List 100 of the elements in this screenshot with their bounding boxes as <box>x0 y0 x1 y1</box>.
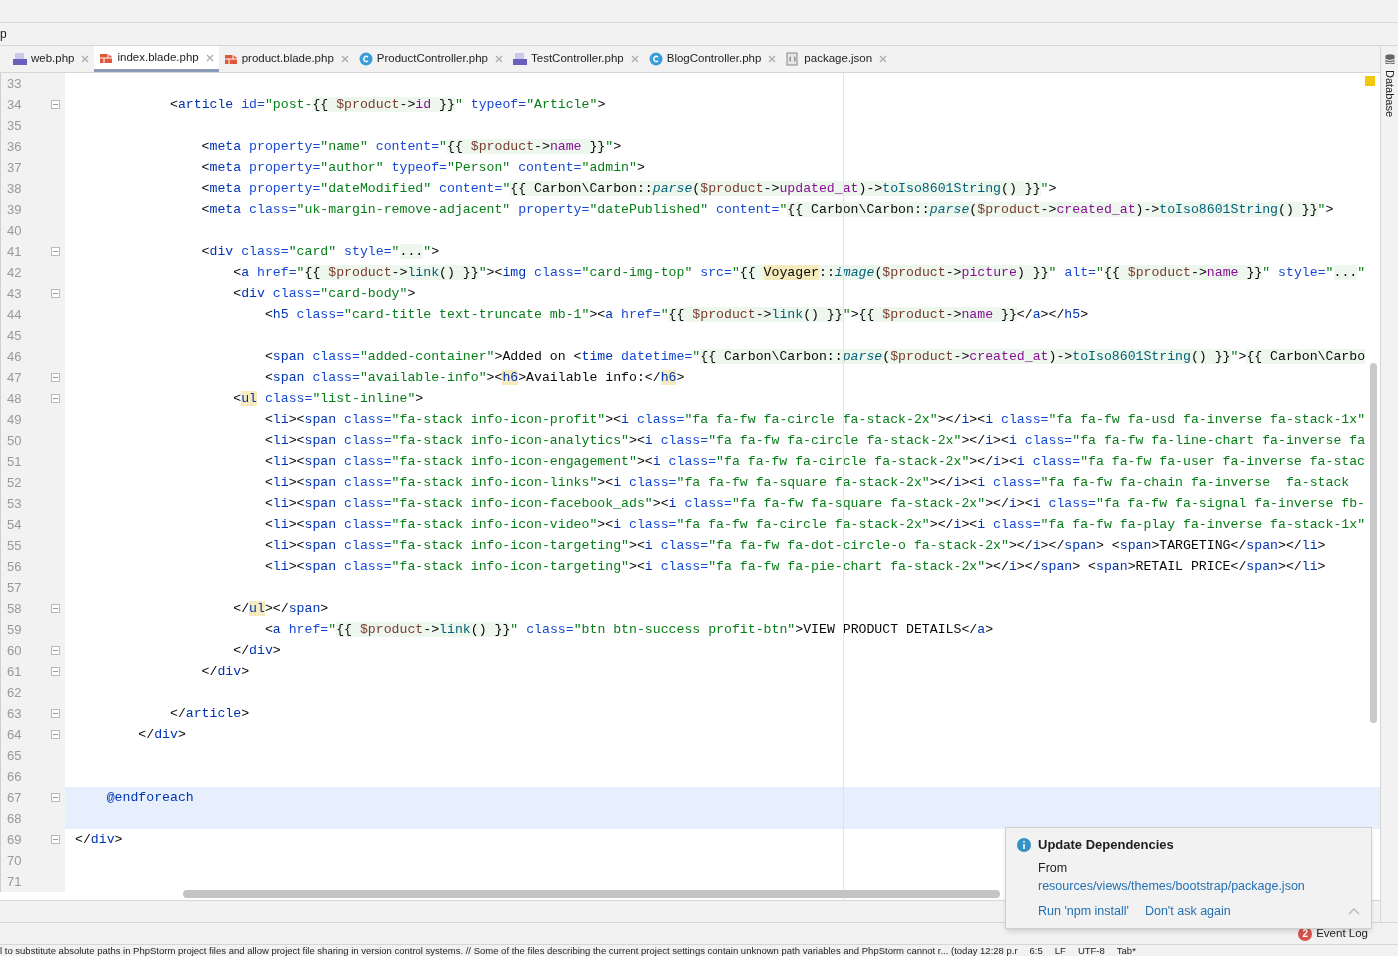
code-line: <li><span class="fa-stack info-icon-links"><i class="fa fa-fw fa-square fa-stack-2x"></i><i class="fa fa-fw fa-chain fa-inverse fa-stack <box>263 474 1350 492</box>
code-line: <meta property="dateModified" content="{{ Carbon\Carbon::parse($product->updated_at)->toIso8601String() }}"> <box>200 180 1057 198</box>
code-line: </div> <box>75 831 123 849</box>
notification-action[interactable]: Run 'npm install' <box>1038 902 1129 921</box>
fold-icon[interactable] <box>51 709 60 718</box>
code-line: <li><span class="fa-stack info-icon-video"><i class="fa fa-fw fa-circle fa-stack-2x"></i><i class="fa fa-fw fa-play fa-inverse fa-stack-1x" <box>263 516 1366 534</box>
fold-icon[interactable] <box>51 604 60 613</box>
line-number: 65 <box>6 746 23 765</box>
line-number: 64 <box>6 725 23 744</box>
php-file-icon <box>513 52 527 66</box>
code-line: <a href="{{ $product->link() }}" class="btn btn-success profit-btn">VIEW PRODUCT DETAILS</a> <box>263 621 994 639</box>
warning-marker-icon[interactable] <box>1365 76 1375 86</box>
close-icon[interactable] <box>340 55 349 63</box>
editor-tab[interactable]: package.json <box>781 46 893 72</box>
notification-text: From <box>1037 859 1069 877</box>
editor-tab[interactable]: TestController.php <box>508 46 644 72</box>
editor-tab[interactable]: BlogController.php <box>643 46 782 72</box>
notification-title: Update Dependencies <box>1038 836 1174 854</box>
php-file-icon <box>13 52 27 66</box>
json-file-icon <box>786 52 801 66</box>
line-number: 58 <box>6 599 23 618</box>
line-number: 49 <box>6 410 23 429</box>
fold-icon[interactable] <box>51 373 60 382</box>
line-number: 34 <box>6 95 23 114</box>
code-line: <meta property="name" content="{{ $product->name }}"> <box>200 138 622 156</box>
close-icon[interactable] <box>495 55 503 63</box>
fold-icon[interactable] <box>51 100 60 109</box>
line-number: 61 <box>6 662 23 681</box>
class-icon <box>358 52 373 66</box>
line-number: 37 <box>6 158 23 177</box>
code-line: <li><span class="fa-stack info-icon-facebook_ads"><i class="fa fa-fw fa-square fa-stack-2x"></i><i class="fa fa-fw fa-signal fa-inverse fb- <box>263 495 1366 513</box>
info-icon <box>1017 837 1031 852</box>
line-number: 69 <box>6 830 23 849</box>
line-number: 46 <box>6 347 23 366</box>
code-line: </ul></span> <box>232 600 329 618</box>
editor-tab[interactable]: index.blade.php <box>94 46 219 72</box>
code-line: <span class="added-container">Added on <time datetime="{{ Carbon\Carbon::parse($product->created_at)->toIso8601String() }}">{{ Carbon\Carbo <box>263 348 1366 366</box>
line-number: 56 <box>6 557 23 576</box>
line-number: 35 <box>6 116 23 135</box>
fold-icon[interactable] <box>51 667 60 676</box>
editor-tab[interactable]: product.blade.php <box>218 46 354 72</box>
close-icon[interactable] <box>879 55 888 63</box>
line-number: 63 <box>6 704 23 723</box>
status-item[interactable]: Tab* <box>1116 945 1136 956</box>
status-item[interactable]: 6:5 <box>1029 945 1043 956</box>
line-number: 33 <box>6 74 23 93</box>
code-line: <li><span class="fa-stack info-icon-analytics"><i class="fa fa-fw fa-circle fa-stack-2x"></i><i class="fa fa-fw fa-line-chart fa-inverse fa <box>263 432 1366 450</box>
status-item[interactable]: LF <box>1054 945 1066 956</box>
code-line: <meta class="uk-margin-remove-adjacent" property="datePublished" content="{{ Carbon\Carbon::parse($product->created_at)->toIso8601String() }}"> <box>200 201 1334 219</box>
breadcrumb[interactable]: p <box>0 25 7 43</box>
close-icon[interactable] <box>630 55 639 63</box>
line-number: 39 <box>6 200 23 219</box>
line-number: 67 <box>6 788 23 807</box>
fold-icon[interactable] <box>51 289 60 298</box>
code-line: <ul class="list-inline"> <box>232 390 424 408</box>
line-number: 36 <box>6 137 23 156</box>
close-icon[interactable] <box>81 55 90 63</box>
line-number: 47 <box>6 368 23 387</box>
blade-file-icon <box>223 52 238 66</box>
status-message: l to substitute absolute paths in PhpStorm project files and allow project file sharing in version control systems. // Some of the files describing the current project settings contain unknown path variables and PhpStorm cannot r... (today 12:28 p.r <box>0 945 1018 956</box>
status-item[interactable]: UTF-8 <box>1077 945 1105 956</box>
notification-action[interactable]: Don't ask again <box>1144 902 1231 921</box>
line-number: 51 <box>6 452 23 471</box>
line-number: 42 <box>6 263 23 282</box>
fold-icon[interactable] <box>51 247 60 256</box>
line-number: 54 <box>6 515 23 534</box>
fold-icon[interactable] <box>51 394 60 403</box>
close-icon[interactable] <box>768 55 777 63</box>
line-number: 52 <box>6 473 23 492</box>
code-line: <li><span class="fa-stack info-icon-engagement"><i class="fa fa-fw fa-circle fa-stack-2x"></i><i class="fa fa-fw fa-user fa-inverse fa-stac <box>263 453 1366 471</box>
fold-icon[interactable] <box>51 646 60 655</box>
line-number: 38 <box>6 179 23 198</box>
code-line: <meta property="author" typeof="Person" content="admin"> <box>200 159 645 177</box>
code-line: <div class="card-body"> <box>232 285 416 303</box>
code-line: <h5 class="card-title text-truncate mb-1"><a href="{{ $product->link() }}">{{ $product->name }}</a></h5> <box>263 306 1089 324</box>
line-number: 40 <box>6 221 23 240</box>
side-panel-tab[interactable]: Database <box>1381 70 1398 118</box>
line-number: 44 <box>6 305 23 324</box>
code-line: <li><span class="fa-stack info-icon-targeting"><i class="fa fa-fw fa-pie-chart fa-stack-2x"></i></span> <span>RETAIL PRICE</span></li> <box>263 558 1326 576</box>
vertical-scrollbar[interactable] <box>1370 363 1377 723</box>
horizontal-scrollbar[interactable] <box>183 890 1000 898</box>
fold-icon[interactable] <box>51 730 60 739</box>
package-json-link[interactable]: resources/views/themes/bootstrap/package.json <box>1017 877 1360 896</box>
code-line: <li><span class="fa-stack info-icon-profit"><i class="fa fa-fw fa-circle fa-stack-2x"></i><i class="fa fa-fw fa-usd fa-inverse fa-stack-1x" <box>263 411 1366 429</box>
line-number: 53 <box>6 494 23 513</box>
collapse-icon[interactable] <box>1348 907 1360 916</box>
editor-tab[interactable]: web.php <box>8 46 95 72</box>
line-number: 41 <box>6 242 23 261</box>
code-line: <div class="card" style="..."> <box>200 243 440 261</box>
fold-icon[interactable] <box>51 835 60 844</box>
fold-icon[interactable] <box>51 793 60 802</box>
close-icon[interactable] <box>205 53 214 62</box>
line-number: 55 <box>6 536 23 555</box>
line-number: 66 <box>6 767 23 786</box>
database-icon[interactable] <box>1384 54 1395 66</box>
line-number: 50 <box>6 431 23 450</box>
code-line: <span class="available-info"><h6>Available info:</h6> <box>263 369 685 387</box>
line-number: 70 <box>6 851 23 870</box>
editor-tab[interactable]: ProductController.php <box>353 46 508 72</box>
event-log-button[interactable]: Event Log <box>1316 924 1368 943</box>
